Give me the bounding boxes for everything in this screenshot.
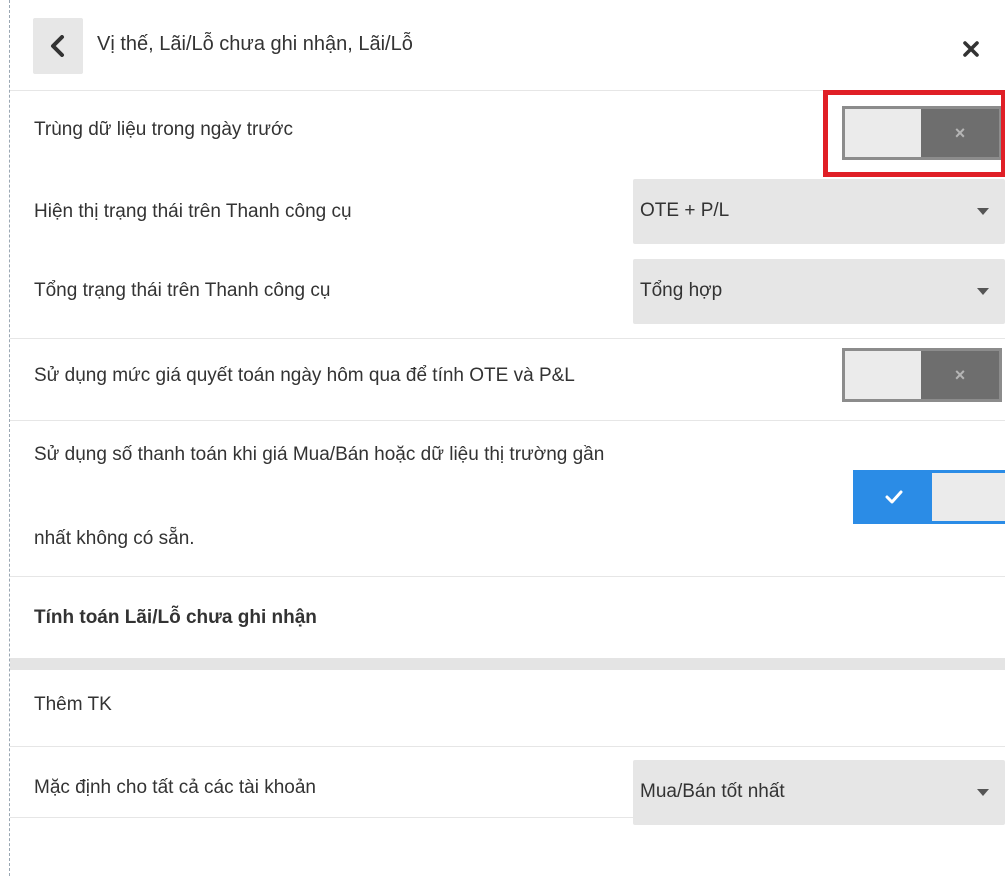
toolbar-total-select[interactable]: Tổng hợp: [633, 259, 1005, 324]
settings-panel: Vị thế, Lãi/Lỗ chưa ghi nhận, Lãi/Lỗ Trù…: [0, 0, 1005, 876]
select-value: Tổng hợp: [640, 280, 723, 301]
highlight-box: [823, 90, 1005, 177]
setting-label: Tổng trạng thái trên Thanh công cụ: [34, 280, 331, 301]
select-value: OTE + P/L: [640, 200, 730, 221]
setting-label-line1: Sử dụng số thanh toán khi giá Mua/Bán ho…: [34, 444, 605, 465]
setting-row-yesterday-settlement: Sử dụng mức giá quyết toán ngày hôm qua …: [10, 338, 1005, 420]
chevron-left-icon: [51, 35, 64, 57]
check-icon: [856, 473, 932, 521]
setting-label: Sử dụng mức giá quyết toán ngày hôm qua …: [34, 365, 575, 386]
chevron-down-icon: [977, 789, 989, 796]
toggle-knob: [932, 473, 1005, 521]
setting-row-use-settlement: Sử dụng số thanh toán khi giá Mua/Bán ho…: [10, 420, 1005, 576]
toolbar-status-select[interactable]: OTE + P/L: [633, 179, 1005, 244]
chevron-down-icon: [977, 288, 989, 295]
unrealized-section-header: Tính toán Lãi/Lỗ chưa ghi nhận: [10, 576, 1005, 658]
default-all-accounts-select[interactable]: Mua/Bán tốt nhất: [633, 760, 1005, 825]
setting-label: Mặc định cho tất cả các tài khoản: [34, 777, 316, 798]
section-divider: [10, 658, 1005, 670]
close-icon: [963, 41, 979, 57]
setting-label: Hiện thị trạng thái trên Thanh công cụ: [34, 201, 352, 222]
chevron-down-icon: [977, 208, 989, 215]
panel-header: Vị thế, Lãi/Lỗ chưa ghi nhận, Lãi/Lỗ: [0, 0, 1005, 90]
panel-title: Vị thế, Lãi/Lỗ chưa ghi nhận, Lãi/Lỗ: [97, 33, 413, 55]
add-account-link[interactable]: Thêm TK: [34, 694, 112, 716]
add-account-row[interactable]: Thêm TK: [10, 670, 1005, 746]
yesterday-settlement-toggle[interactable]: ×: [842, 348, 1002, 402]
close-button[interactable]: [958, 36, 984, 62]
select-value: Mua/Bán tốt nhất: [640, 781, 785, 802]
setting-label-line2: nhất không có sẵn.: [34, 528, 195, 549]
use-settlement-toggle[interactable]: [853, 470, 1005, 524]
setting-label: Trùng dữ liệu trong ngày trước: [34, 119, 293, 140]
toggle-knob: [845, 351, 921, 399]
section-heading: Tính toán Lãi/Lỗ chưa ghi nhận: [34, 607, 317, 628]
close-icon: ×: [921, 351, 999, 399]
back-button[interactable]: [33, 18, 83, 74]
